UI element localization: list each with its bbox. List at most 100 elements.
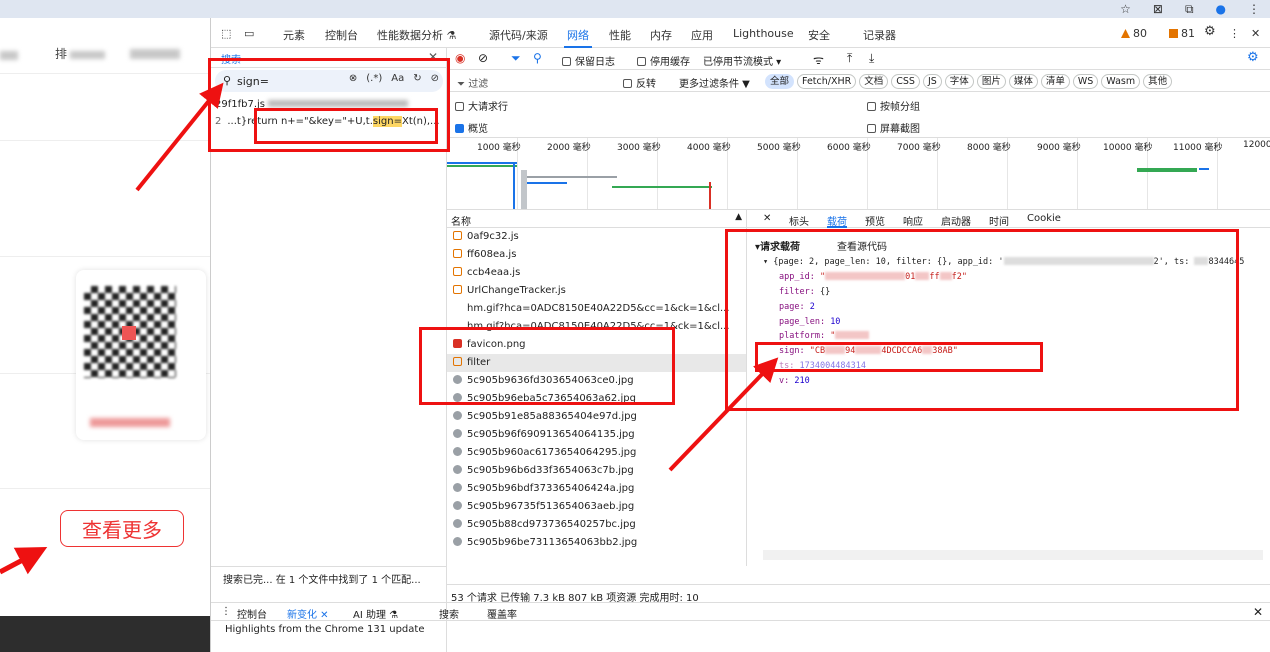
horizontal-scrollbar[interactable]: [763, 550, 1263, 560]
filter-input[interactable]: ⏷ 过滤: [457, 75, 488, 90]
request-name: 5c905b96f690913654064135.jpg: [467, 429, 635, 440]
drawer-tab-ai-assistant[interactable]: AI 助理 ⚗: [353, 606, 398, 621]
sort-icon[interactable]: ▲: [735, 212, 742, 222]
timeline-marker: [709, 182, 711, 209]
network-settings-icon[interactable]: ⚙: [1247, 50, 1259, 65]
timeline-bar: [527, 176, 617, 178]
tab-network[interactable]: 网络: [564, 27, 592, 48]
tab-memory[interactable]: 内存: [650, 27, 672, 43]
request-row[interactable]: UrlChangeTracker.js: [447, 282, 746, 300]
whats-new-content: Highlights from the Chrome 131 update: [211, 620, 1270, 652]
throttle-select[interactable]: 已停用节流模式 ▾: [703, 53, 781, 68]
img-file-icon: [453, 465, 462, 474]
more-options-icon[interactable]: ⋮: [1229, 27, 1240, 40]
drawer-tab-console[interactable]: 控制台: [237, 606, 267, 621]
tab-lighthouse[interactable]: Lighthouse: [733, 27, 794, 40]
request-row[interactable]: ff608ea.js: [447, 246, 746, 264]
settings-gear-icon[interactable]: ⚙: [1204, 24, 1216, 39]
device-toggle-icon[interactable]: ▭: [244, 27, 254, 40]
img-file-icon: [453, 519, 462, 528]
chip-all[interactable]: 全部: [765, 74, 795, 89]
chip-fetch-xhr[interactable]: Fetch/XHR: [797, 74, 857, 89]
warnings-count[interactable]: 80: [1121, 27, 1147, 40]
search-network-icon[interactable]: ⚲: [533, 51, 542, 65]
tab-performance-insights[interactable]: 性能数据分析 ⚗: [377, 27, 456, 43]
nav-text[interactable]: 排: [55, 45, 67, 62]
inspect-icon[interactable]: ⬚: [221, 27, 231, 40]
filter-icon[interactable]: ⏷: [511, 51, 521, 66]
chip-js[interactable]: JS: [922, 74, 942, 89]
network-status-bar: 53 个请求 已传输 7.3 kB 807 kB 项资源 完成用时: 10: [447, 584, 1270, 602]
invert-checkbox[interactable]: 反转: [623, 75, 656, 90]
more-filters-dropdown[interactable]: 更多过滤条件 ▼: [679, 75, 750, 90]
star-icon[interactable]: ☆: [1120, 2, 1131, 16]
name-column-header[interactable]: 名称: [451, 217, 471, 228]
drawer-tab-whats-new[interactable]: 新变化 ✕: [287, 606, 329, 621]
tab-timing[interactable]: 时间: [989, 213, 1009, 228]
img-file-icon: [453, 537, 462, 546]
tab-cookies[interactable]: Cookie: [1027, 213, 1061, 224]
drawer-menu-icon[interactable]: ⋮: [221, 606, 231, 617]
request-row[interactable]: 0af9c32.js: [447, 228, 746, 246]
chip-doc[interactable]: 文档: [859, 74, 889, 89]
overview-checkbox[interactable]: 概览: [455, 120, 488, 135]
tab-performance[interactable]: 性能: [609, 27, 631, 43]
annotation-box-payload: [725, 229, 1239, 411]
request-name: ccb4eaa.js: [467, 267, 521, 278]
close-detail-icon[interactable]: ✕: [763, 213, 771, 224]
drawer-tab-coverage[interactable]: 覆盖率: [487, 606, 517, 621]
chip-manifest[interactable]: 清单: [1040, 74, 1070, 89]
errors-count[interactable]: 81: [1169, 27, 1195, 40]
extension-icon[interactable]: ⊠: [1153, 2, 1163, 16]
tab-console[interactable]: 控制台: [325, 27, 358, 43]
disable-cache-checkbox[interactable]: 停用缓存: [637, 53, 690, 68]
close-drawer-icon[interactable]: ✕: [1253, 605, 1263, 619]
tab-headers[interactable]: 标头: [789, 213, 809, 228]
tab-security[interactable]: 安全: [808, 27, 830, 43]
record-icon[interactable]: ◉: [455, 51, 465, 65]
chip-css[interactable]: CSS: [891, 74, 920, 89]
chip-other[interactable]: 其他: [1143, 74, 1173, 89]
import-icon[interactable]: ⤒: [847, 51, 852, 66]
request-row[interactable]: hm.gif?hca=0ADC8150E40A22D5&cc=1&ck=1&cl…: [447, 300, 746, 318]
tab-response[interactable]: 响应: [903, 213, 923, 228]
request-row[interactable]: 5c905b96f690913654064135.jpg: [447, 426, 746, 444]
clear-log-icon[interactable]: ⊘: [478, 51, 488, 65]
request-row[interactable]: 5c905b96be73113654063bb2.jpg: [447, 534, 746, 552]
request-row[interactable]: 5c905b960ac6173654064295.jpg: [447, 444, 746, 462]
request-row[interactable]: 5c905b91e85a88365404e97d.jpg: [447, 408, 746, 426]
tab-recorder[interactable]: 记录器: [863, 27, 896, 43]
tab-initiator[interactable]: 启动器: [941, 213, 971, 228]
screenshots-checkbox[interactable]: 屏幕截图: [867, 120, 920, 135]
preserve-log-checkbox[interactable]: 保留日志: [562, 53, 615, 68]
footer-strip: [0, 616, 210, 652]
chip-ws[interactable]: WS: [1072, 74, 1099, 89]
close-devtools-icon[interactable]: ✕: [1251, 27, 1260, 40]
network-overview-timeline[interactable]: 1000 毫秒 2000 毫秒 3000 毫秒 4000 毫秒 5000 毫秒 …: [447, 138, 1270, 210]
view-more-button[interactable]: 查看更多: [60, 510, 184, 547]
tab-preview[interactable]: 预览: [865, 213, 885, 228]
export-icon[interactable]: ⤓: [869, 51, 874, 66]
request-row[interactable]: 5c905b96735f513654063aeb.jpg: [447, 498, 746, 516]
big-rows-checkbox[interactable]: 大请求行: [455, 98, 508, 113]
tab-application[interactable]: 应用: [691, 27, 713, 43]
more-icon[interactable]: ⋮: [1248, 2, 1260, 16]
tab-elements[interactable]: 元素: [283, 27, 305, 43]
wifi-icon[interactable]: ᯤ: [813, 51, 824, 68]
chip-wasm[interactable]: Wasm: [1101, 74, 1141, 89]
request-row[interactable]: 5c905b96b6d33f3654063c7b.jpg: [447, 462, 746, 480]
qr-card: [76, 270, 206, 440]
group-by-frame-checkbox[interactable]: 按帧分组: [867, 98, 920, 113]
request-row[interactable]: 5c905b88cd973736540257bc.jpg: [447, 516, 746, 534]
tab-payload[interactable]: 载荷: [827, 213, 847, 228]
profile-icon[interactable]: ●: [1216, 2, 1226, 16]
chip-img[interactable]: 图片: [976, 74, 1006, 89]
chip-media[interactable]: 媒体: [1008, 74, 1038, 89]
puzzle-icon[interactable]: ⧉: [1185, 2, 1194, 17]
chip-font[interactable]: 字体: [944, 74, 974, 89]
tab-sources[interactable]: 源代码/来源: [489, 27, 548, 43]
gif-file-icon: [453, 303, 462, 312]
request-row[interactable]: 5c905b96bdf373365406424a.jpg: [447, 480, 746, 498]
drawer-tab-search[interactable]: 搜索: [439, 606, 459, 621]
request-row[interactable]: ccb4eaa.js: [447, 264, 746, 282]
